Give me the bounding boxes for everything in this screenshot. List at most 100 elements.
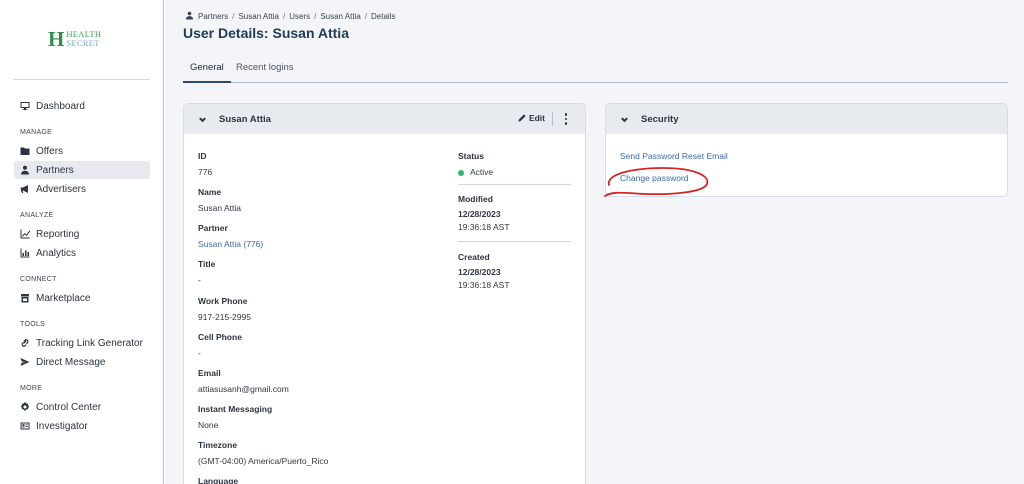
field-id: ID 776	[198, 151, 212, 177]
field-label: Partner	[198, 223, 228, 233]
field-label: Name	[198, 187, 222, 197]
field-value: None	[198, 420, 219, 430]
modified-date: 12/28/2023	[458, 209, 501, 219]
field-label: ID	[198, 151, 207, 161]
id-card-icon	[20, 421, 30, 431]
breadcrumb-partners[interactable]: Partners	[198, 12, 228, 21]
sidebar-item-label: Analytics	[36, 247, 77, 259]
section-label-connect: CONNECT	[20, 276, 57, 283]
field-partner: Partner Susan Attia (776)	[198, 223, 263, 249]
sidebar-item-tracking-link-generator[interactable]: Tracking Link Generator	[14, 334, 150, 352]
sidebar-item-investigator[interactable]: Investigator	[14, 417, 150, 435]
field-modified: Modified 12/28/2023 19:36:18 AST	[458, 194, 510, 232]
main-content: Partners / Susan Attia / Users / Susan A…	[165, 0, 1024, 484]
field-label: Created	[458, 252, 490, 262]
sidebar-item-label: Marketplace	[36, 292, 91, 304]
page-title: User Details: Susan Attia	[183, 25, 349, 41]
sidebar: H HEALTH SECRET Dashboard MANAGE Offers …	[0, 0, 164, 484]
health-secret-logo[interactable]: H HEALTH SECRET	[48, 27, 120, 51]
sidebar-item-dashboard[interactable]: Dashboard	[14, 97, 150, 115]
field-status: Status Active	[458, 151, 493, 177]
sidebar-divider	[13, 79, 150, 80]
sidebar-item-label: Investigator	[36, 420, 88, 432]
section-label-tools: TOOLS	[20, 321, 46, 328]
breadcrumb-user-name[interactable]: Susan Attia	[320, 12, 360, 21]
field-created: Created 12/28/2023 19:36:18 AST	[458, 252, 510, 290]
field-label: Timezone	[198, 440, 238, 450]
sidebar-item-advertisers[interactable]: Advertisers	[14, 180, 150, 198]
tab-recent-logins[interactable]: Recent logins	[236, 56, 294, 83]
change-password-link[interactable]: Change password	[620, 173, 689, 183]
breadcrumb-current: Details	[371, 12, 396, 21]
field-label: Cell Phone	[198, 332, 242, 342]
store-icon	[20, 293, 30, 303]
security-card: Security Send Password Reset Email Chang…	[605, 103, 1008, 197]
breadcrumb-separator: /	[364, 12, 368, 21]
sidebar-item-direct-message[interactable]: Direct Message	[14, 353, 150, 371]
users-icon	[185, 11, 198, 22]
field-instant-messaging: Instant Messaging None	[198, 404, 272, 430]
chevron-down-icon[interactable]	[198, 115, 207, 124]
more-options-icon[interactable]	[561, 112, 571, 126]
send-icon	[20, 357, 30, 367]
monitor-icon	[20, 101, 30, 111]
field-value: -	[198, 348, 201, 358]
tab-bar: General Recent logins	[183, 56, 1008, 83]
status-value: Active	[470, 167, 494, 177]
send-password-reset-link[interactable]: Send Password Reset Email	[620, 151, 728, 161]
edit-button[interactable]: Edit	[518, 113, 545, 123]
sidebar-item-label: Partners	[36, 164, 74, 176]
sidebar-item-reporting[interactable]: Reporting	[14, 225, 150, 243]
field-label: Work Phone	[198, 296, 248, 306]
breadcrumb-users[interactable]: Users	[289, 12, 310, 21]
field-title: Title -	[198, 259, 215, 285]
field-value: Susan Attia	[198, 203, 242, 213]
sidebar-item-label: Advertisers	[36, 183, 87, 195]
field-language: Language	[198, 476, 238, 484]
pencil-icon	[518, 114, 526, 122]
breadcrumb: Partners / Susan Attia / Users / Susan A…	[185, 11, 395, 22]
field-work-phone: Work Phone 917-215-2995	[198, 296, 251, 322]
field-name: Name Susan Attia	[198, 187, 241, 213]
sidebar-item-analytics[interactable]: Analytics	[14, 244, 150, 262]
link-icon	[20, 338, 30, 348]
field-value: 776	[198, 167, 213, 177]
field-label: Title	[198, 259, 216, 269]
field-label: Language	[198, 476, 239, 484]
bar-chart-icon	[20, 248, 30, 258]
field-label: Email	[198, 368, 221, 378]
logo-letter: H	[48, 26, 65, 51]
security-card-header[interactable]: Security	[606, 104, 1007, 134]
field-email: Email attiasusanh@gmail.com	[198, 368, 289, 394]
tab-general[interactable]: General	[183, 56, 231, 83]
breadcrumb-partner-name[interactable]: Susan Attia	[238, 12, 278, 21]
megaphone-icon	[20, 184, 30, 194]
security-card-title: Security	[641, 113, 679, 125]
created-date: 12/28/2023	[458, 267, 501, 277]
field-timezone: Timezone (GMT-04:00) America/Puerto_Rico	[198, 440, 328, 466]
created-time: 19:36:18 AST	[458, 280, 510, 290]
field-label: Instant Messaging	[198, 404, 273, 414]
line-chart-icon	[20, 229, 30, 239]
status-badge: Active	[458, 167, 493, 177]
user-card-header[interactable]: Susan Attia Edit	[184, 104, 585, 134]
sidebar-item-label: Control Center	[36, 401, 102, 413]
modified-time: 19:36:18 AST	[458, 222, 510, 232]
sidebar-item-label: Offers	[36, 145, 64, 157]
sidebar-item-marketplace[interactable]: Marketplace	[14, 289, 150, 307]
logo-text: HEALTH SECRET	[66, 30, 101, 48]
breadcrumb-separator: /	[232, 12, 235, 21]
field-label: Status	[458, 151, 484, 161]
partner-link[interactable]: Susan Attia (776)	[198, 239, 263, 249]
sidebar-item-offers[interactable]: Offers	[14, 142, 150, 160]
sidebar-item-partners[interactable]: Partners	[14, 161, 150, 179]
divider	[458, 241, 571, 242]
sidebar-item-control-center[interactable]: Control Center	[14, 398, 150, 416]
chevron-down-icon[interactable]	[620, 115, 629, 124]
field-label: Modified	[458, 194, 493, 204]
header-separator	[552, 112, 553, 126]
sidebar-item-label: Reporting	[36, 228, 80, 240]
sidebar-item-label: Tracking Link Generator	[36, 337, 143, 349]
section-label-manage: MANAGE	[20, 129, 53, 136]
field-value: 917-215-2995	[198, 312, 251, 322]
